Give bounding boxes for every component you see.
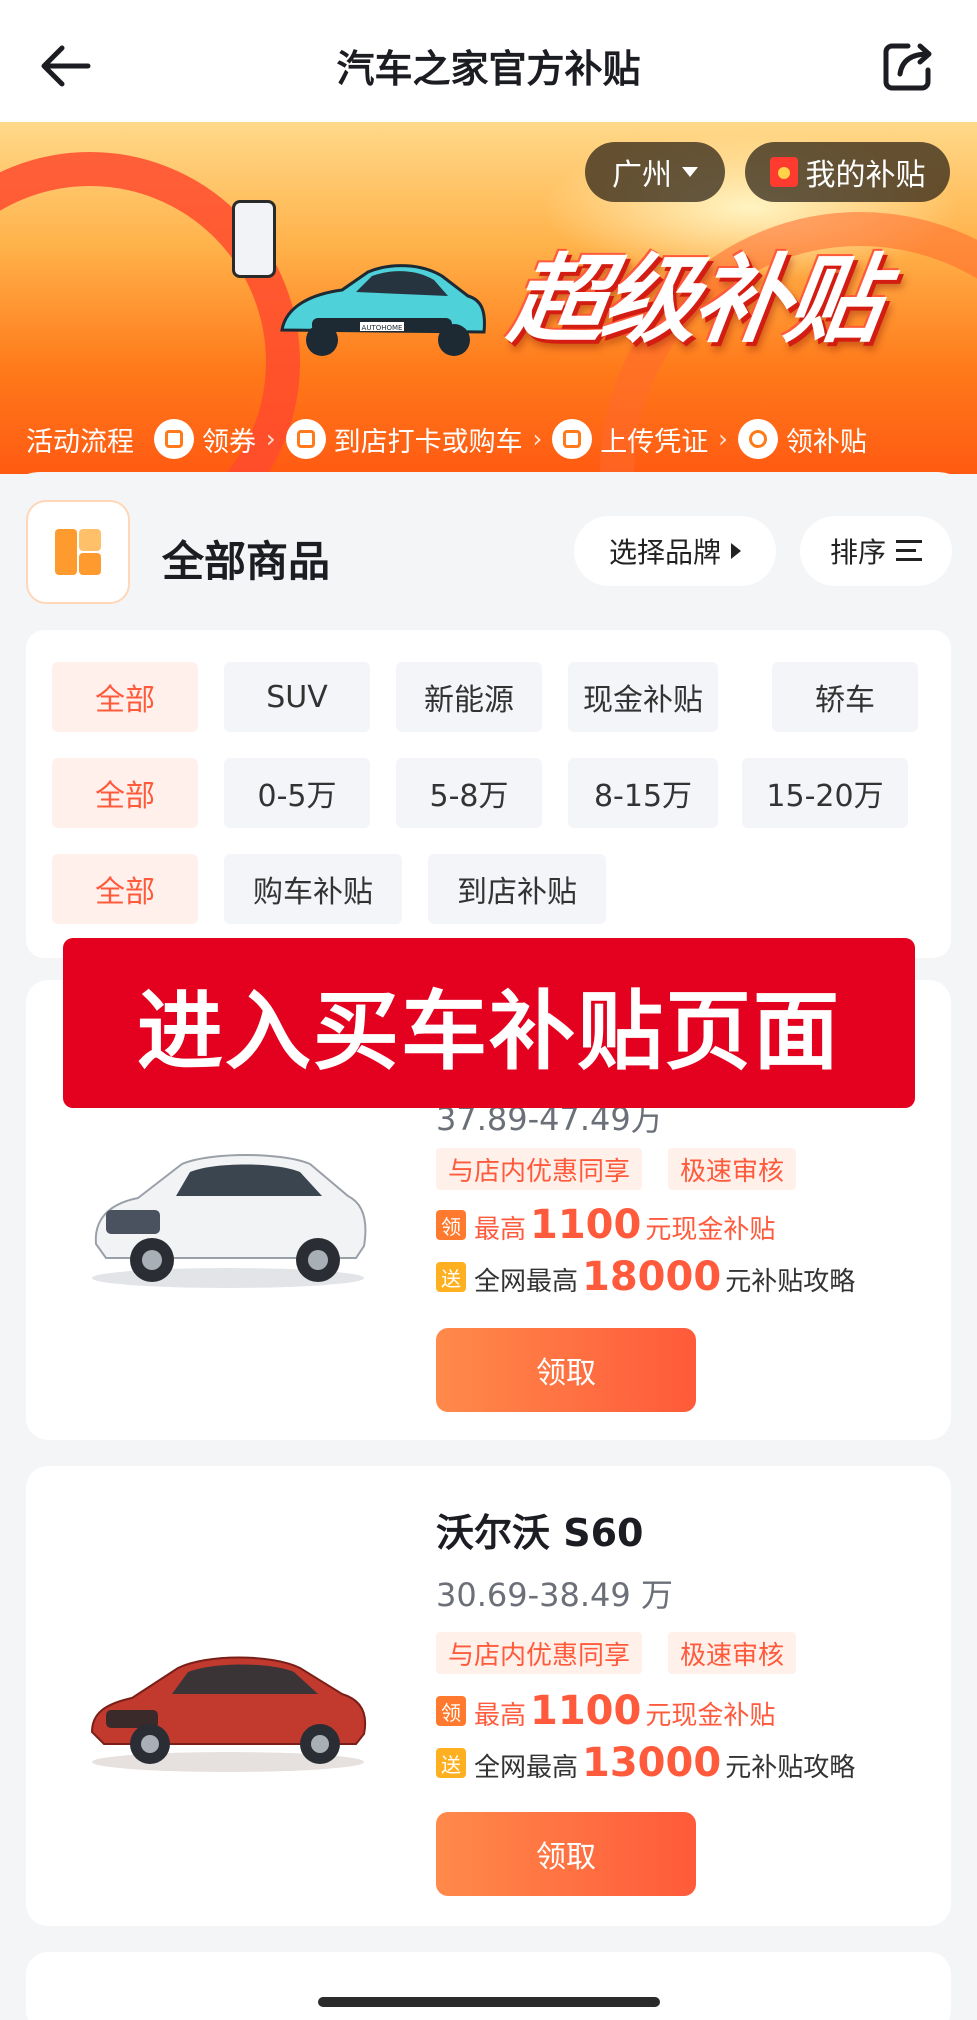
coupon-prefix: 最高 xyxy=(474,1701,527,1731)
claim-button[interactable]: 领取 xyxy=(436,1328,696,1412)
claim-button[interactable]: 领取 xyxy=(436,1812,696,1896)
gift-prefix: 全网最高 xyxy=(474,1267,579,1297)
select-brand-button[interactable]: 选择品牌 xyxy=(574,516,776,586)
caption-text: 进入买车补贴页面 xyxy=(137,981,841,1082)
filter-chip-sedan[interactable]: 轿车 xyxy=(772,662,918,732)
filter-chip-price-8-15[interactable]: 8-15万 xyxy=(568,758,718,828)
chevron-right-icon: › xyxy=(718,425,728,453)
caret-down-icon xyxy=(682,167,698,177)
price-range: 30.69-38.49 万 xyxy=(436,1576,673,1614)
section-header: 全部商品 选择品牌 排序 xyxy=(26,498,952,608)
select-brand-label: 选择品牌 xyxy=(608,536,721,569)
coupon-suffix: 元现金补贴 xyxy=(645,1215,776,1245)
filter-chip-price-0-5[interactable]: 0-5万 xyxy=(224,758,370,828)
gift-badge: 送 xyxy=(436,1748,466,1778)
tag-fast-review: 极速审核 xyxy=(668,1148,797,1190)
gift-amount: 13000 xyxy=(582,1740,722,1786)
filter-chip-cash-subsidy[interactable]: 现金补贴 xyxy=(568,662,718,732)
gift-badge: 送 xyxy=(436,1262,466,1292)
flow-label: 活动流程 xyxy=(26,426,134,458)
coupon-line: 领 最高 1100 元现金补贴 xyxy=(436,1202,775,1248)
product-card[interactable]: 沃尔沃 S60 30.69-38.49 万 与店内优惠同享 极速审核 领 最高 … xyxy=(26,1466,951,1926)
promo-headline: 超级补贴 xyxy=(502,244,887,356)
flow-step-label: 上传凭证 xyxy=(600,426,709,458)
gift-suffix: 元补贴攻略 xyxy=(725,1753,856,1783)
filter-chip-price-15-20[interactable]: 15-20万 xyxy=(742,758,908,828)
filter-chip-store-subsidy[interactable]: 到店补贴 xyxy=(428,854,606,924)
caption-overlay: 进入买车补贴页面 xyxy=(63,938,915,1108)
triangle-right-icon xyxy=(731,543,741,559)
flow-step-claim: 领补贴 xyxy=(737,419,867,459)
share-icon[interactable] xyxy=(878,36,938,96)
page-title: 汽车之家官方补贴 xyxy=(336,47,641,91)
my-subsidy-button[interactable]: 我的补贴 xyxy=(745,142,950,202)
gift-amount: 18000 xyxy=(582,1254,722,1300)
flow-step-upload: 上传凭证 xyxy=(552,419,708,459)
city-selector[interactable]: 广州 xyxy=(585,142,725,202)
check-circle-icon xyxy=(737,419,778,459)
coupon-line: 领 最高 1100 元现金补贴 xyxy=(436,1688,775,1734)
section-title: 全部商品 xyxy=(162,537,331,586)
coupon-badge: 领 xyxy=(436,1210,466,1240)
flow-step-checkin: 到店打卡或购车 xyxy=(285,419,523,459)
red-packet-icon xyxy=(769,157,798,187)
flow-step-label: 到店打卡或购车 xyxy=(333,426,523,458)
flow-step-coupon: 领券 xyxy=(154,419,256,459)
coupon-badge: 领 xyxy=(436,1696,466,1726)
filter-chip-purchase-subsidy[interactable]: 购车补贴 xyxy=(224,854,402,924)
tag-shared-discount: 与店内优惠同享 xyxy=(436,1632,643,1674)
coupon-prefix: 最高 xyxy=(474,1215,527,1245)
chevron-right-icon: › xyxy=(266,425,276,453)
my-subsidy-label: 我的补贴 xyxy=(805,158,926,193)
filter-panel: 全部 SUV 新能源 现金补贴 轿车 全部 0-5万 5-8万 8-15万 15… xyxy=(26,630,951,958)
gift-prefix: 全网最高 xyxy=(474,1753,579,1783)
filter-chip-new-energy[interactable]: 新能源 xyxy=(396,662,542,732)
car-image-xc60 xyxy=(92,1154,367,1288)
tag-shared-discount: 与店内优惠同享 xyxy=(436,1148,643,1190)
phone-illustration xyxy=(232,200,276,278)
next-product-card[interactable] xyxy=(26,1952,951,2020)
filter-chip-all-price[interactable]: 全部 xyxy=(52,758,198,828)
sort-lines-icon xyxy=(896,540,922,562)
chevron-right-icon: › xyxy=(532,425,543,453)
coupon-icon xyxy=(154,419,194,459)
home-indicator[interactable] xyxy=(318,1997,660,2007)
top-nav-bar: 汽车之家官方补贴 xyxy=(0,0,977,122)
coupon-amount: 1100 xyxy=(530,1202,642,1248)
car-image-s60 xyxy=(90,1656,367,1772)
flow-step-label: 领补贴 xyxy=(785,426,867,458)
activity-flow: 活动流程 领券 › 到店打卡或购车 › 上传凭证 › 领补贴 xyxy=(0,408,977,470)
tag-fast-review: 极速审核 xyxy=(668,1632,797,1674)
filter-chip-suv[interactable]: SUV xyxy=(224,662,370,732)
store-icon xyxy=(285,419,326,459)
all-goods-icon xyxy=(26,500,130,604)
sort-button[interactable]: 排序 xyxy=(800,516,952,586)
coupon-amount: 1100 xyxy=(530,1688,642,1734)
gift-line: 送 全网最高 13000 元补贴攻略 xyxy=(436,1740,855,1786)
filter-chip-all-subsidy[interactable]: 全部 xyxy=(52,854,198,924)
coupon-suffix: 元现金补贴 xyxy=(645,1701,776,1731)
car-illustration: AUTOHOME xyxy=(280,264,486,356)
gift-line: 送 全网最高 18000 元补贴攻略 xyxy=(436,1254,855,1300)
promo-banner[interactable]: AUTOHOME 广州 我的补贴 超级补贴 活动流程 领券 › 到店打卡或购车 … xyxy=(0,122,977,474)
gift-suffix: 元补贴攻略 xyxy=(725,1267,856,1297)
car-name: 沃尔沃 S60 xyxy=(436,1511,644,1555)
sort-label: 排序 xyxy=(829,536,886,569)
city-label: 广州 xyxy=(612,158,672,193)
pen-icon xyxy=(552,419,593,459)
filter-chip-price-5-8[interactable]: 5-8万 xyxy=(396,758,542,828)
flow-step-label: 领券 xyxy=(202,426,256,458)
filter-chip-all-type[interactable]: 全部 xyxy=(52,662,198,732)
car-plate: AUTOHOME xyxy=(362,324,403,332)
